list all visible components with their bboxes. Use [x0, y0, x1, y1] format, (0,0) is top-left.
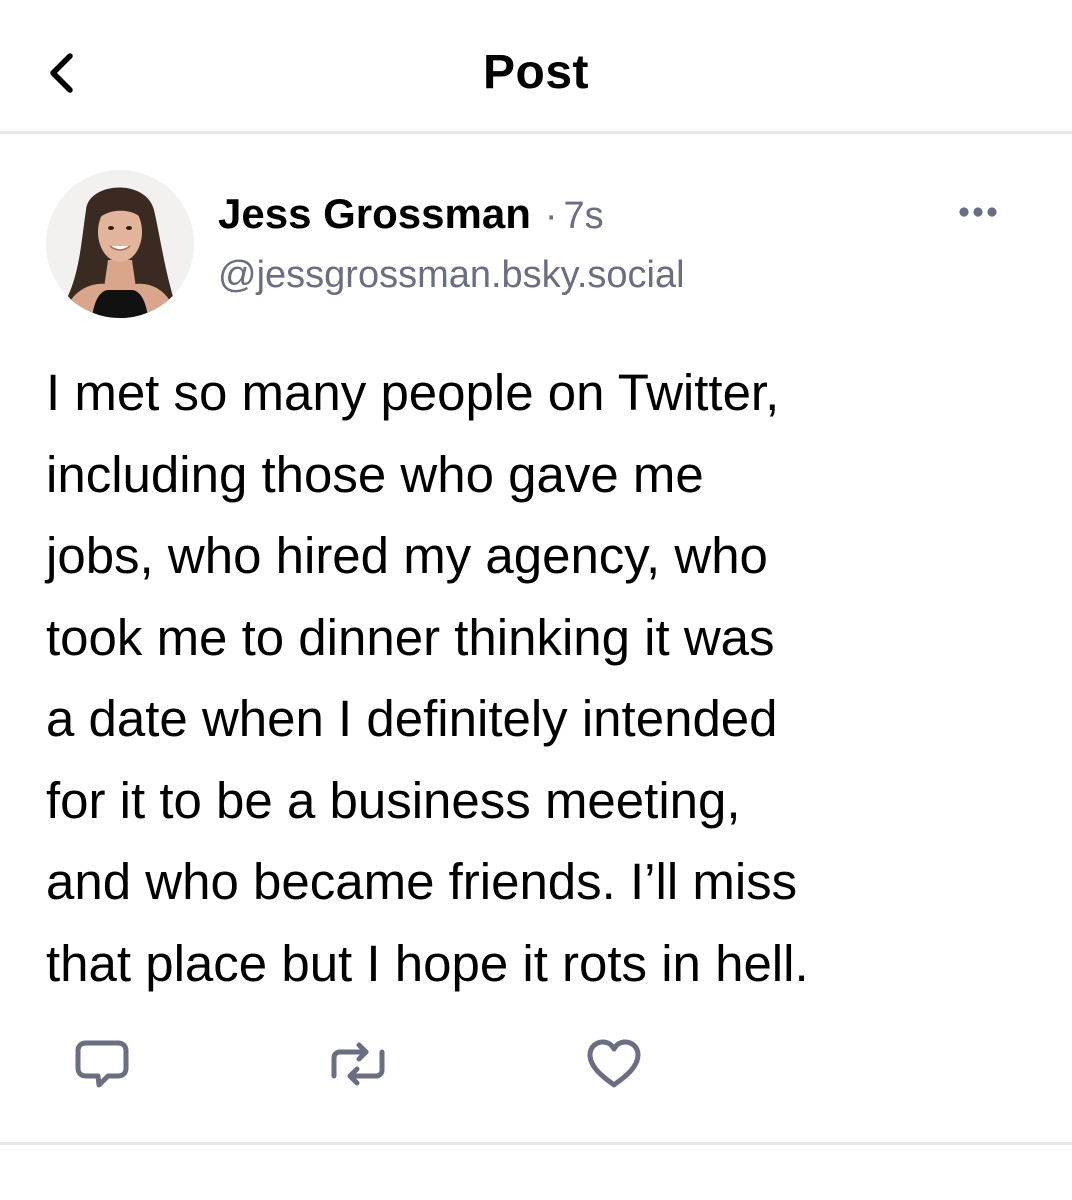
meta-separator: ·	[544, 195, 558, 237]
top-bar: Post	[0, 0, 1072, 134]
author-line: Jess Grossman · 7s	[218, 190, 604, 244]
post-timestamp[interactable]: 7s	[564, 195, 604, 238]
post-divider	[0, 1142, 1072, 1145]
author-name[interactable]: Jess Grossman	[218, 190, 531, 238]
like-button[interactable]	[582, 1036, 646, 1092]
post-text: I met so many people on Twitter, includi…	[46, 364, 809, 992]
ellipsis-icon	[959, 207, 997, 217]
more-options-button[interactable]	[950, 194, 1006, 230]
page-title: Post	[482, 46, 589, 99]
speech-bubble-icon	[75, 1040, 129, 1088]
reply-button[interactable]	[70, 1036, 134, 1092]
avatar[interactable]	[46, 170, 194, 318]
heart-icon	[587, 1039, 641, 1088]
avatar-photo	[46, 170, 194, 318]
repost-arrows-icon	[331, 1042, 385, 1086]
repost-button[interactable]	[326, 1036, 390, 1092]
author-handle[interactable]: @jessgrossman.bsky.social	[218, 250, 685, 300]
